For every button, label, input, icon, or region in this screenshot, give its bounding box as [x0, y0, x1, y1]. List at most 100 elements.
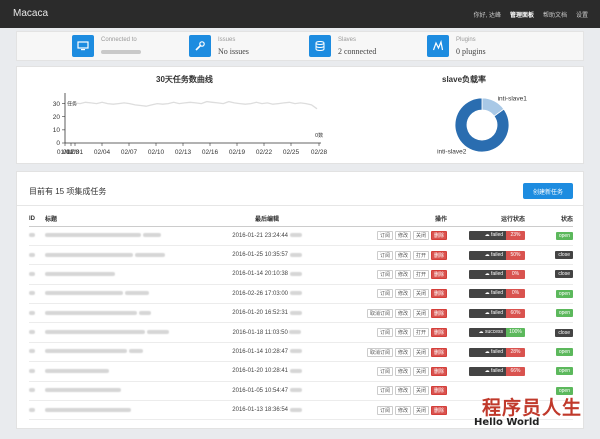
subscribe-button[interactable]: 订阅	[376, 231, 393, 241]
edit-button[interactable]: 修改	[394, 231, 411, 241]
run-state-label: ☁ failed	[469, 289, 506, 299]
delete-button[interactable]: 删除	[430, 366, 447, 376]
edit-button[interactable]: 修改	[394, 386, 411, 396]
row-title[interactable]	[45, 322, 211, 343]
subscribe-button[interactable]: 订阅	[376, 269, 393, 279]
subscribe-button[interactable]: 订阅	[376, 366, 393, 376]
delete-button[interactable]: 删除	[430, 328, 447, 338]
edit-button[interactable]: 修改	[394, 250, 411, 260]
subscribe-button[interactable]: 订阅	[376, 405, 393, 415]
x-tick-label: 02/22	[256, 149, 273, 156]
create-task-button[interactable]: 创建新任务	[523, 183, 573, 199]
table-header-row: ID 标题 最后编辑 操作 运行状态 状态	[29, 212, 573, 227]
charts-panel: 30天任务数曲线 0 10 20 30 01/01 01/03 02/01 02/04 02/0…	[16, 66, 584, 164]
delete-button[interactable]: 删除	[430, 347, 447, 357]
nav-settings[interactable]: 设置	[576, 10, 588, 19]
row-actions: 订阅 修改 打开 删除	[323, 322, 447, 343]
row-last-edit: 2016-01-14 10:28:47	[211, 342, 323, 363]
subscribe-button[interactable]: 取消订阅	[366, 347, 393, 357]
run-state-label: ☁ failed	[469, 250, 506, 260]
toggle-button[interactable]: 关闭	[412, 347, 429, 357]
row-run-status[interactable]: ☁ failed 0%	[447, 284, 525, 305]
edit-button[interactable]: 修改	[394, 289, 411, 299]
row-run-status[interactable]: ☁ failed 0%	[447, 264, 525, 285]
row-id	[29, 400, 45, 421]
table-row[interactable]: 2016-01-25 10:35:57 订阅 修改 打开 删除 ☁ failed 50% c…	[29, 245, 573, 266]
subscribe-button[interactable]: 订阅	[376, 250, 393, 260]
row-title[interactable]	[45, 303, 211, 324]
toggle-button[interactable]: 关闭	[412, 231, 429, 241]
delete-button[interactable]: 删除	[430, 386, 447, 396]
row-status: open	[525, 226, 573, 246]
table-row[interactable]: 2016-01-14 10:28:47 取消订阅 修改 关闭 删除 ☁ failed 28…	[29, 342, 573, 363]
toggle-button[interactable]: 打开	[412, 328, 429, 338]
x-tick-label: 02/04	[94, 149, 111, 156]
edit-button[interactable]: 修改	[394, 405, 411, 415]
row-run-status[interactable]: ☁ success 100%	[447, 322, 525, 343]
brand-logo[interactable]: Macaca	[13, 8, 48, 19]
table-row[interactable]: 2016-01-20 10:28:41 订阅 修改 关闭 删除 ☁ failed 66% o…	[29, 361, 573, 382]
row-title[interactable]	[45, 342, 211, 363]
series-line	[68, 100, 318, 110]
edit-button[interactable]: 修改	[394, 366, 411, 376]
subscribe-button[interactable]: 订阅	[376, 386, 393, 396]
nav-help-docs[interactable]: 帮助文档	[543, 10, 567, 19]
table-row[interactable]: 2016-02-26 17:03:00 订阅 修改 关闭 删除 ☁ failed 0% op…	[29, 284, 573, 305]
table-row[interactable]: 2016-01-18 11:03:50 订阅 修改 打开 删除 ☁ success 100…	[29, 322, 573, 343]
col-run-status: 运行状态	[447, 212, 525, 227]
edit-button[interactable]: 修改	[394, 269, 411, 279]
row-title[interactable]	[45, 361, 211, 382]
pie-slice-label: inti-slave1	[498, 95, 528, 102]
delete-button[interactable]: 删除	[430, 250, 447, 260]
delete-button[interactable]: 删除	[430, 289, 447, 299]
y-tick-label: 20	[53, 114, 61, 121]
nav-user-greeting[interactable]: 你好, 达峰	[474, 10, 501, 19]
edit-button[interactable]: 修改	[394, 308, 411, 318]
row-actions: 取消订阅 修改 关闭 删除	[323, 342, 447, 363]
toggle-button[interactable]: 关闭	[412, 308, 429, 318]
subscribe-button[interactable]: 取消订阅	[366, 308, 393, 318]
run-state-label: ☁ failed	[469, 269, 506, 279]
table-row[interactable]: 2016-01-20 16:52:31 取消订阅 修改 关闭 删除 ☁ failed 60…	[29, 303, 573, 324]
toggle-button[interactable]: 关闭	[412, 289, 429, 299]
delete-button[interactable]: 删除	[430, 405, 447, 415]
toggle-button[interactable]: 关闭	[412, 366, 429, 376]
row-actions: 取消订阅 修改 关闭 删除	[323, 303, 447, 324]
row-run-status[interactable]: ☁ failed 28%	[447, 342, 525, 363]
row-run-status[interactable]: ☁ failed 66%	[447, 361, 525, 382]
toggle-button[interactable]: 打开	[412, 250, 429, 260]
nav-admin-panel[interactable]: 管理面板	[510, 10, 534, 19]
slave-load-pie-chart: inti-slave1 inti-slave2	[437, 95, 528, 155]
row-title[interactable]	[45, 400, 211, 421]
table-row[interactable]: 2016-01-21 23:24:44 订阅 修改 关闭 删除 ☁ failed 23% o…	[29, 226, 573, 246]
table-row[interactable]: 2016-01-14 20:10:38 订阅 修改 打开 删除 ☁ failed 0% cl…	[29, 264, 573, 285]
row-title[interactable]	[45, 264, 211, 285]
row-run-status[interactable]: ☁ failed 50%	[447, 245, 525, 266]
run-percent: 100%	[506, 328, 525, 338]
edit-button[interactable]: 修改	[394, 328, 411, 338]
tasks-panel: 目前有 15 项集成任务 创建新任务 ID 标题 最后编辑 操作 运行状态 状态…	[16, 171, 584, 429]
delete-button[interactable]: 删除	[430, 269, 447, 279]
row-run-status[interactable]: ☁ failed 23%	[447, 226, 525, 246]
toggle-button[interactable]: 关闭	[412, 405, 429, 415]
row-run-status[interactable]: ☁ failed 60%	[447, 303, 525, 324]
col-title: 标题	[45, 212, 211, 227]
summary-label: Plugins	[456, 37, 476, 43]
x-tick-label: 02/16	[202, 149, 219, 156]
row-title[interactable]	[45, 226, 211, 246]
row-title[interactable]	[45, 245, 211, 266]
status-badge: open	[555, 348, 573, 357]
delete-button[interactable]: 删除	[430, 231, 447, 241]
row-id	[29, 226, 45, 246]
row-status: open	[525, 361, 573, 382]
row-actions: 订阅 修改 关闭 删除	[323, 381, 447, 402]
row-actions: 订阅 修改 关闭 删除	[323, 400, 447, 421]
toggle-button[interactable]: 关闭	[412, 386, 429, 396]
subscribe-button[interactable]: 订阅	[376, 328, 393, 338]
row-title[interactable]	[45, 284, 211, 305]
row-title[interactable]	[45, 381, 211, 402]
subscribe-button[interactable]: 订阅	[376, 289, 393, 299]
delete-button[interactable]: 删除	[430, 308, 447, 318]
edit-button[interactable]: 修改	[394, 347, 411, 357]
toggle-button[interactable]: 打开	[412, 269, 429, 279]
